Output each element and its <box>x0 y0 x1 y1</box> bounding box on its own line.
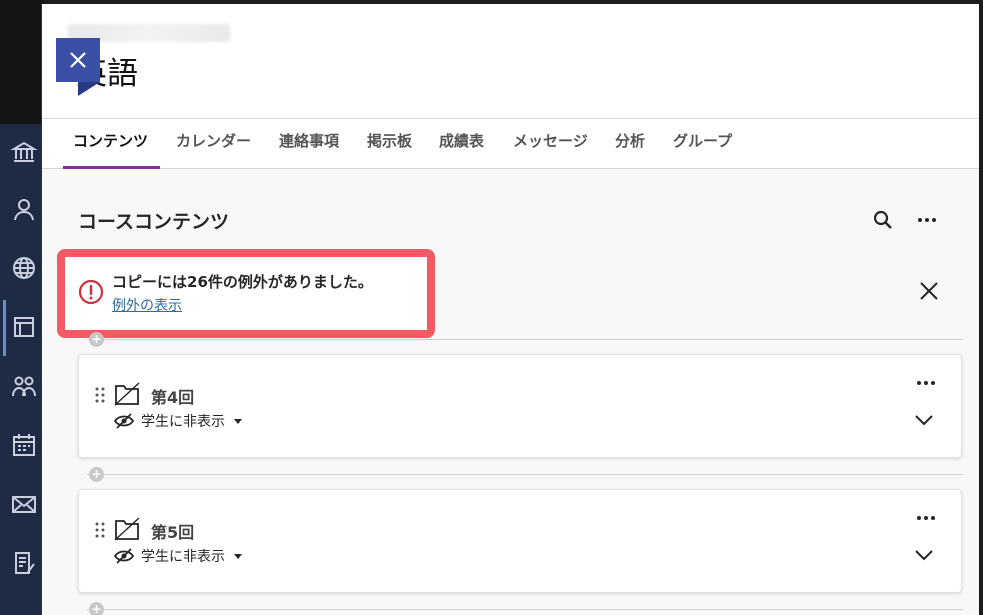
course-content-area: コースコンテンツ コピーには26件の例外がありました。 例外の表示 + 第4回 … <box>42 169 980 615</box>
more-icon <box>917 516 935 520</box>
caret-down-icon <box>234 418 242 424</box>
close-icon <box>70 52 86 68</box>
course-header: 英語 <box>42 4 980 119</box>
tab-content[interactable]: コンテンツ <box>62 119 161 169</box>
base-navigation <box>0 0 44 615</box>
view-exceptions-link[interactable]: 例外の表示 <box>112 295 182 315</box>
tab-calendar[interactable]: カレンダー <box>176 119 251 169</box>
add-item-button[interactable]: + <box>89 602 104 615</box>
hidden-eye-icon <box>114 548 134 564</box>
institution-icon[interactable] <box>10 138 38 166</box>
close-panel-button[interactable] <box>56 38 100 96</box>
chevron-down-icon[interactable] <box>913 413 935 427</box>
folder-icon <box>114 517 140 541</box>
more-icon <box>917 381 935 385</box>
grades-icon[interactable] <box>10 549 38 577</box>
folder-icon <box>114 382 140 406</box>
course-panel: 英語 コンテンツ カレンダー 連絡事項 掲示板 成績表 メッセージ 分析 グルー… <box>41 4 980 615</box>
drag-handle-icon[interactable] <box>95 522 105 538</box>
nav-top-area <box>0 0 44 124</box>
visibility-label: 学生に非表示 <box>141 414 225 430</box>
add-item-button[interactable]: + <box>89 332 104 347</box>
drag-handle-icon[interactable] <box>95 387 105 403</box>
close-icon <box>920 282 938 300</box>
mail-icon[interactable] <box>10 490 38 518</box>
tab-announcements[interactable]: 連絡事項 <box>279 119 339 169</box>
nav-active-indicator <box>3 300 6 356</box>
groups-icon[interactable] <box>10 372 38 400</box>
search-icon <box>873 210 892 229</box>
more-icon <box>918 218 936 222</box>
visibility-label: 学生に非表示 <box>141 549 225 565</box>
item-title[interactable]: 第5回 <box>151 519 194 543</box>
profile-icon[interactable] <box>10 195 38 223</box>
content-item[interactable]: 第4回 学生に非表示 <box>78 354 962 458</box>
content-more-button[interactable] <box>915 209 939 231</box>
calendar-icon[interactable] <box>10 431 38 459</box>
chevron-down-icon[interactable] <box>913 548 935 562</box>
hidden-eye-icon <box>114 413 134 429</box>
tab-analytics[interactable]: 分析 <box>615 119 645 169</box>
item-title[interactable]: 第4回 <box>151 384 194 408</box>
copy-exception-alert <box>57 249 435 338</box>
tab-groups[interactable]: グループ <box>673 119 732 169</box>
item-more-button[interactable] <box>917 516 935 520</box>
dismiss-alert-button[interactable] <box>918 280 940 302</box>
alert-message: コピーには26件の例外がありました。 <box>112 273 373 291</box>
tab-messages[interactable]: メッセージ <box>513 119 588 169</box>
insert-divider <box>87 474 963 475</box>
insert-divider <box>87 339 963 340</box>
insert-divider <box>87 609 963 610</box>
window-edge <box>979 0 983 615</box>
course-tabs: コンテンツ カレンダー 連絡事項 掲示板 成績表 メッセージ 分析 グループ <box>42 119 980 169</box>
visibility-dropdown[interactable]: 学生に非表示 <box>114 411 242 431</box>
error-icon <box>78 279 104 305</box>
courses-icon[interactable] <box>10 313 38 341</box>
content-item[interactable]: 第5回 学生に非表示 <box>78 489 962 593</box>
globe-icon[interactable] <box>10 254 38 282</box>
section-title: コースコンテンツ <box>78 211 230 233</box>
visibility-dropdown[interactable]: 学生に非表示 <box>114 546 242 566</box>
add-item-button[interactable]: + <box>89 467 104 482</box>
tab-gradebook[interactable]: 成績表 <box>439 119 484 169</box>
caret-down-icon <box>234 553 242 559</box>
tab-discussions[interactable]: 掲示板 <box>367 119 412 169</box>
search-button[interactable] <box>872 209 894 231</box>
item-more-button[interactable] <box>917 381 935 385</box>
